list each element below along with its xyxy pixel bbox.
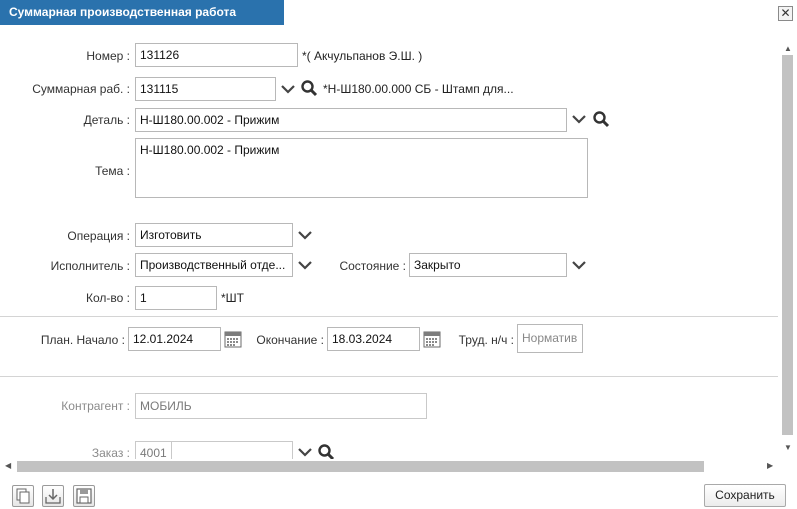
vertical-scrollbar-thumb[interactable]: [782, 55, 793, 435]
end-date-label: Окончание :: [256, 333, 324, 347]
chevron-down-icon[interactable]: [296, 226, 314, 244]
operation-label: Операция :: [67, 229, 130, 243]
summary-work-label: Суммарная раб. :: [32, 82, 130, 96]
end-date-field[interactable]: 18.03.2024: [327, 327, 420, 351]
search-icon[interactable]: [300, 79, 318, 97]
topic-textarea[interactable]: Н-Ш180.00.002 - Прижим: [135, 138, 588, 198]
summary-work-field[interactable]: 131115: [135, 77, 276, 101]
plan-start-date-field[interactable]: 12.01.2024: [128, 327, 221, 351]
chevron-down-icon[interactable]: [279, 80, 297, 98]
import-icon: [45, 489, 61, 504]
save-button[interactable]: Сохранить: [704, 484, 786, 507]
topic-label: Тема :: [95, 164, 130, 178]
scroll-right-arrow-icon[interactable]: ▶: [767, 462, 773, 470]
number-field[interactable]: 131126: [135, 43, 298, 67]
plan-start-label: План. Начало :: [40, 333, 125, 347]
status-select[interactable]: Закрыто: [409, 253, 567, 277]
executor-select[interactable]: Производственный отде...: [135, 253, 293, 277]
quantity-label: Кол-во :: [86, 291, 130, 305]
scroll-left-arrow-icon[interactable]: ◀: [5, 462, 11, 470]
chevron-down-icon[interactable]: [296, 443, 314, 459]
counterparty-field: МОБИЛЬ: [135, 393, 427, 419]
window-title: Суммарная производственная работа: [0, 0, 284, 25]
section-divider-top: [0, 316, 778, 317]
scroll-up-arrow-icon[interactable]: ▲: [784, 45, 792, 53]
number-label: Номер :: [86, 49, 130, 63]
labor-hours-label: Труд. н/ч :: [458, 333, 514, 347]
calendar-icon[interactable]: [422, 329, 442, 349]
order-field-frame: [135, 441, 293, 459]
labor-hours-field[interactable]: Норматив: [517, 324, 583, 353]
chevron-down-icon[interactable]: [570, 256, 588, 274]
section-divider-bottom: [0, 376, 778, 377]
import-button[interactable]: [42, 485, 64, 507]
summary-work-note: *Н-Ш180.00.000 СБ - Штамп для...: [323, 82, 514, 96]
chevron-down-icon[interactable]: [296, 256, 314, 274]
search-icon[interactable]: [592, 110, 610, 128]
save-disk-icon: [76, 488, 92, 504]
status-label: Состояние :: [339, 259, 406, 273]
close-icon[interactable]: ✕: [778, 6, 793, 21]
part-field[interactable]: Н-Ш180.00.002 - Прижим: [135, 108, 567, 132]
save-disk-button[interactable]: [73, 485, 95, 507]
order-label: Заказ :: [91, 446, 130, 459]
part-label: Деталь :: [83, 113, 130, 127]
copy-button[interactable]: [12, 485, 34, 507]
scroll-down-arrow-icon[interactable]: ▼: [784, 444, 792, 452]
operation-select[interactable]: Изготовить: [135, 223, 293, 247]
chevron-down-icon[interactable]: [570, 110, 588, 128]
executor-label: Исполнитель :: [50, 259, 130, 273]
number-author-note: *( Акчульпанов Э.Ш. ): [302, 49, 423, 63]
horizontal-scrollbar-thumb[interactable]: [17, 461, 704, 472]
search-icon[interactable]: [317, 443, 335, 459]
calendar-icon[interactable]: [223, 329, 243, 349]
counterparty-label: Контрагент :: [61, 399, 130, 413]
order-row-clip: Заказ : 4001: [0, 440, 779, 459]
quantity-unit: *ШТ: [221, 291, 244, 305]
copy-icon: [16, 488, 30, 504]
quantity-field[interactable]: 1: [135, 286, 217, 310]
